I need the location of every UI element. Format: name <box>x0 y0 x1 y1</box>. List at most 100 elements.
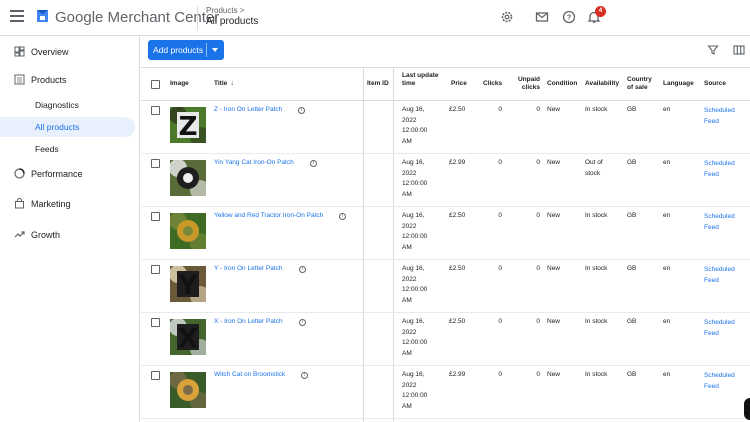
condition-cell: New <box>547 265 561 272</box>
add-products-label: Add products <box>153 45 204 55</box>
product-title-link[interactable]: X - Iron On Letter Patch <box>214 318 283 325</box>
row-checkbox[interactable] <box>151 371 160 380</box>
column-header-availability[interactable]: Availability <box>585 80 619 88</box>
last-update-time: 12:00:00 <box>402 180 428 187</box>
source-text[interactable]: Scheduled <box>704 370 735 381</box>
column-header-price[interactable]: Price <box>451 80 467 88</box>
source-text[interactable]: Scheduled <box>704 211 735 222</box>
info-icon[interactable]: i <box>339 213 346 220</box>
price-cell: £2.99 <box>449 371 466 378</box>
columns-icon[interactable] <box>733 44 745 56</box>
last-update-time: 12:00:00 <box>402 286 428 293</box>
product-title-link[interactable]: Yellow and Red Tractor Iron-On Patch <box>214 212 323 219</box>
language-cell: en <box>663 265 671 272</box>
last-update-cell: Aug 16, 2022 12:00:00 AM <box>402 264 427 306</box>
settings-gear-icon[interactable] <box>500 10 514 24</box>
availability-cell: In stock <box>585 211 607 222</box>
product-thumbnail-image[interactable]: Z <box>170 107 206 143</box>
row-checkbox[interactable] <box>151 265 160 274</box>
language-cell: en <box>663 159 671 166</box>
product-thumbnail-image[interactable] <box>170 213 206 249</box>
last-update-year: 2022 <box>402 116 417 124</box>
last-update-date: Aug 16, <box>402 106 425 113</box>
product-thumbnail-image[interactable]: X <box>170 319 206 355</box>
source-link[interactable]: Scheduled Feed <box>704 264 735 286</box>
product-title-link[interactable]: Z - Iron On Letter Patch <box>214 106 282 113</box>
thumbnail-letter: Y <box>178 271 199 301</box>
svg-text:?: ? <box>567 13 572 22</box>
add-products-button[interactable]: Add products <box>148 40 224 60</box>
product-title-link[interactable]: Y - Iron On Letter Patch <box>214 265 283 272</box>
info-icon[interactable]: i <box>301 372 308 379</box>
info-icon[interactable]: i <box>310 160 317 167</box>
filter-icon[interactable] <box>707 44 719 56</box>
button-divider <box>206 43 207 57</box>
row-divider <box>141 418 750 419</box>
source-text-line2[interactable]: Feed <box>704 116 735 127</box>
dropdown-caret-icon[interactable] <box>212 48 218 52</box>
source-text-line2[interactable]: Feed <box>704 381 735 392</box>
source-link[interactable]: Scheduled Feed <box>704 317 735 339</box>
breadcrumb-divider <box>197 6 198 30</box>
last-update-date: Aug 16, <box>402 212 425 219</box>
product-thumbnail-image[interactable] <box>170 160 206 196</box>
product-title-link[interactable]: Yin Yang Cat Iron-On Patch <box>214 159 294 166</box>
column-header-source[interactable]: Source <box>704 80 726 88</box>
last-update-cell: Aug 16, 2022 12:00:00 AM <box>402 105 427 147</box>
column-header-unpaid-clicks[interactable]: Unpaid clicks <box>516 76 540 92</box>
select-all-checkbox[interactable] <box>151 80 160 89</box>
column-header-language[interactable]: Language <box>663 80 694 88</box>
source-text-line2[interactable]: Feed <box>704 222 735 233</box>
source-text[interactable]: Scheduled <box>704 264 735 275</box>
row-checkbox[interactable] <box>151 106 160 115</box>
sidebar-item-products[interactable]: Products <box>31 75 67 85</box>
availability-text: Out of <box>585 159 603 166</box>
column-header-country[interactable]: Country of sale <box>627 76 655 92</box>
product-thumbnail-image[interactable]: Y <box>170 266 206 302</box>
row-checkbox[interactable] <box>151 318 160 327</box>
source-text-line2[interactable]: Feed <box>704 275 735 286</box>
source-link[interactable]: Scheduled Feed <box>704 211 735 233</box>
menu-icon[interactable] <box>10 10 24 22</box>
source-link[interactable]: Scheduled Feed <box>704 105 735 127</box>
info-icon[interactable]: i <box>298 107 305 114</box>
availability-text: In stock <box>585 265 608 272</box>
source-text-line2[interactable]: Feed <box>704 169 735 180</box>
page-title: All products <box>206 16 259 27</box>
breadcrumb-parent[interactable]: Products > <box>206 6 244 15</box>
row-checkbox[interactable] <box>151 212 160 221</box>
info-icon[interactable]: i <box>299 319 306 326</box>
last-update-time: 12:00:00 <box>402 392 428 399</box>
info-icon[interactable]: i <box>299 266 306 273</box>
sidebar-subitem-diagnostics[interactable]: Diagnostics <box>35 100 79 110</box>
product-thumbnail-image[interactable] <box>170 372 206 408</box>
country-cell: GB <box>627 318 637 325</box>
column-header-item-id[interactable]: Item ID <box>367 80 389 88</box>
source-text[interactable]: Scheduled <box>704 105 735 116</box>
sidebar-subitem-feeds[interactable]: Feeds <box>35 144 59 154</box>
mail-icon[interactable] <box>535 10 549 24</box>
row-checkbox[interactable] <box>151 159 160 168</box>
sidebar-item-overview[interactable]: Overview <box>31 47 69 57</box>
source-link[interactable]: Scheduled Feed <box>704 158 735 180</box>
last-update-year: 2022 <box>402 275 417 283</box>
help-icon[interactable]: ? <box>562 10 576 24</box>
source-text-line2[interactable]: Feed <box>704 328 735 339</box>
availability-text: In stock <box>585 371 608 378</box>
column-header-condition[interactable]: Condition <box>547 80 577 88</box>
product-title-link[interactable]: Witch Cat on Broomstick <box>214 371 285 378</box>
last-update-date: Aug 16, <box>402 159 425 166</box>
sidebar-item-marketing[interactable]: Marketing <box>31 199 71 209</box>
column-header-last-update[interactable]: Last update time <box>402 72 442 88</box>
column-header-title[interactable]: Title <box>214 80 227 88</box>
column-header-clicks[interactable]: Clicks <box>483 80 502 88</box>
sidebar-item-performance[interactable]: Performance <box>31 169 83 179</box>
sidebar-item-growth[interactable]: Growth <box>31 230 60 240</box>
last-update-date: Aug 16, <box>402 318 425 325</box>
sidebar-subitem-all-products[interactable]: All products <box>35 122 79 132</box>
source-link[interactable]: Scheduled Feed <box>704 370 735 392</box>
row-divider <box>141 206 750 207</box>
sort-down-arrow-icon[interactable]: ↓ <box>230 78 234 87</box>
source-text[interactable]: Scheduled <box>704 317 735 328</box>
source-text[interactable]: Scheduled <box>704 158 735 169</box>
